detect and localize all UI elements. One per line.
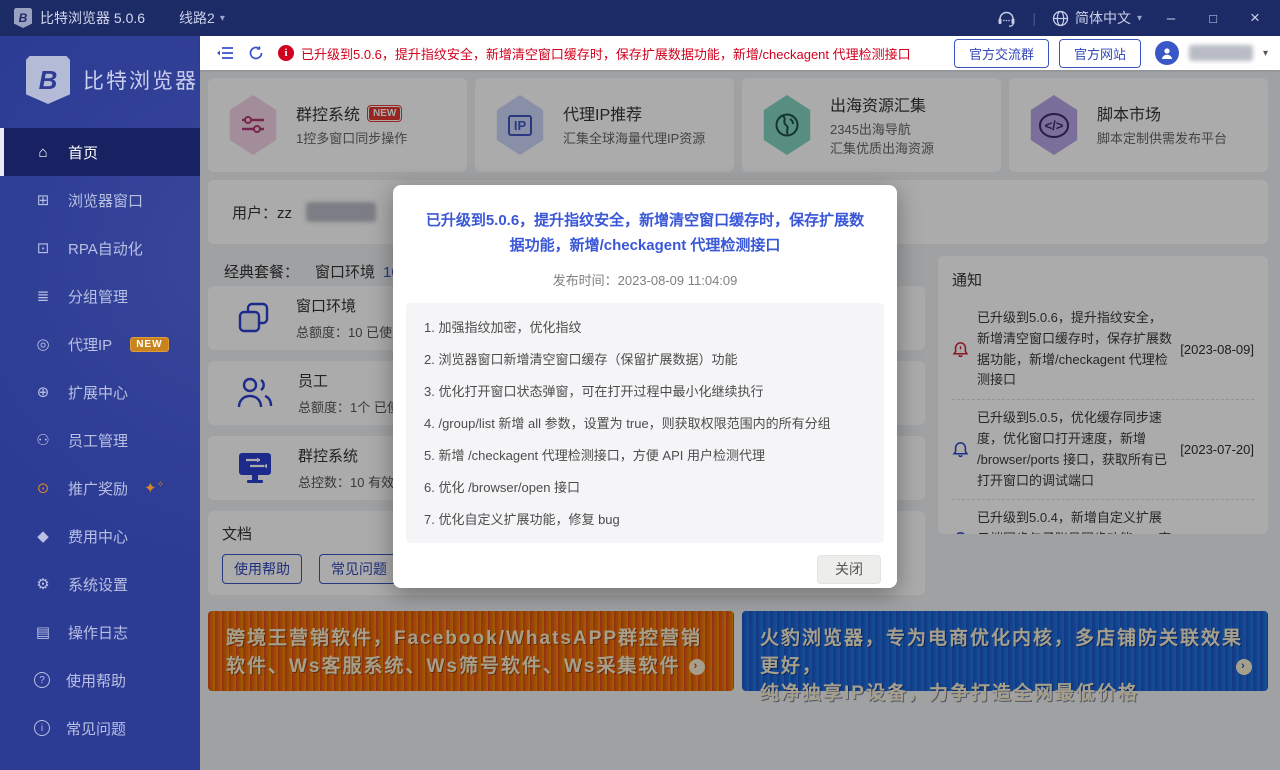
changelog-item: 5. 新增 /checkagent 代理检测接口，方便 API 用户检测代理	[424, 447, 765, 463]
dialog-close-button[interactable]: 关闭	[817, 554, 881, 584]
question-circle-icon: ?	[34, 672, 50, 688]
reward-coin-icon: ⊙	[36, 480, 50, 497]
account-name-redacted[interactable]	[1188, 45, 1253, 61]
minimize-button[interactable]: –	[1158, 10, 1184, 27]
windows-grid-icon: ⊞	[36, 192, 50, 209]
sidebar-item-label: 首页	[68, 144, 99, 162]
official-group-button[interactable]: 官方交流群	[953, 38, 1049, 68]
language-selector[interactable]: 简体中文 ▾	[1052, 8, 1142, 28]
robot-icon: ⊡	[36, 240, 50, 257]
close-button[interactable]: ×	[1242, 8, 1268, 28]
sidebar-item-label: 使用帮助	[66, 672, 127, 690]
home-icon: ⌂	[38, 143, 48, 161]
support-headset-icon[interactable]	[997, 10, 1016, 27]
sidebar: B 比特浏览器 ⌂ 首页 ⊞ 浏览器窗口 ⊡ RPA自动化 ≣ 分组管理 ◎ 代…	[0, 36, 200, 770]
topbar: i 已升级到5.0.6，提升指纹安全，新增清空窗口缓存时，保存扩展数据功能，新增…	[200, 36, 1280, 70]
line-selector-label: 线路2	[179, 10, 215, 26]
sidebar-item-label: 推广奖励	[68, 480, 129, 498]
sidebar-item-employees[interactable]: ⚇ 员工管理	[0, 416, 200, 464]
changelog-item: 1. 加强指纹加密，优化指纹	[424, 319, 582, 335]
sidebar-item-label: 系统设置	[68, 576, 129, 594]
new-badge: NEW	[130, 336, 169, 352]
changelog-item: 6. 优化 /browser/open 接口	[424, 479, 581, 495]
sidebar-item-label: 费用中心	[68, 528, 129, 546]
sidebar-item-label: 浏览器窗口	[68, 192, 144, 210]
sidebar-item-label: RPA自动化	[68, 240, 143, 258]
sidebar-item-label: 代理IP	[68, 336, 113, 354]
changelog-item: 4. /group/list 新增 all 参数，设置为 true，则获取权限范…	[424, 415, 831, 431]
dialog-publish-time: 发布时间：2023-08-09 11:04:09	[552, 272, 738, 288]
dialog-changelog: 1. 加强指纹加密，优化指纹 2. 浏览器窗口新增清空窗口缓存（保留扩展数据）功…	[406, 302, 884, 543]
line-selector[interactable]: 线路2 ▾	[179, 8, 225, 28]
language-label: 简体中文	[1074, 10, 1131, 26]
titlebar: B 比特浏览器 5.0.6 线路2 ▾ | 简体中文 ▾ – □ ×	[0, 0, 1280, 36]
divider: |	[1032, 10, 1036, 26]
globe-icon	[1052, 10, 1069, 26]
sidebar-item-label: 扩展中心	[68, 384, 129, 402]
location-pin-icon: ◎	[36, 336, 50, 353]
sidebar-logo: B 比特浏览器	[0, 36, 200, 128]
brand-name: 比特浏览器	[83, 70, 198, 93]
changelog-item: 3. 优化打开窗口状态弹窗，可在打开过程中最小化继续执行	[424, 383, 764, 399]
sidebar-item-promotion[interactable]: ⊙ 推广奖励 ✦✧	[0, 464, 200, 512]
changelog-item: 7. 优化自定义扩展功能，修复 bug	[424, 511, 620, 527]
sidebar-item-groups[interactable]: ≣ 分组管理	[0, 272, 200, 320]
changelog-item: 2. 浏览器窗口新增清空窗口缓存（保留扩展数据）功能	[424, 351, 738, 367]
gear-icon: ⚙	[36, 576, 50, 593]
sidebar-item-billing[interactable]: ◆ 费用中心	[0, 512, 200, 560]
sidebar-item-help[interactable]: ? 使用帮助	[0, 656, 200, 704]
sidebar-item-label: 常见问题	[66, 720, 127, 738]
sidebar-item-logs[interactable]: ▤ 操作日志	[0, 608, 200, 656]
sidebar-item-label: 操作日志	[68, 624, 129, 642]
refresh-icon[interactable]	[248, 45, 264, 61]
app-logo-icon: B	[14, 8, 32, 28]
people-icon: ⚇	[36, 432, 50, 449]
sidebar-item-settings[interactable]: ⚙ 系统设置	[0, 560, 200, 608]
sidebar-item-rpa[interactable]: ⊡ RPA自动化	[0, 224, 200, 272]
sidebar-item-label: 员工管理	[68, 432, 129, 450]
sparkle-icon: ✦✧	[144, 479, 165, 497]
info-circle-icon: i	[34, 720, 50, 736]
official-site-button[interactable]: 官方网站	[1058, 38, 1141, 68]
extension-icon: ⊕	[36, 384, 50, 401]
chevron-down-icon: ▾	[1136, 12, 1142, 24]
sidebar-item-home[interactable]: ⌂ 首页	[0, 128, 200, 176]
update-dialog: 已升级到5.0.6，提升指纹安全，新增清空窗口缓存时，保存扩展数据功能，新增/c…	[393, 185, 897, 588]
sidebar-item-faq[interactable]: i 常见问题	[0, 704, 200, 752]
brand-shield-icon: B	[26, 56, 70, 104]
user-icon	[1161, 48, 1173, 59]
shield-icon: ◆	[37, 528, 49, 545]
maximize-button[interactable]: □	[1200, 11, 1226, 26]
avatar[interactable]	[1154, 41, 1179, 65]
sidebar-item-browser-windows[interactable]: ⊞ 浏览器窗口	[0, 176, 200, 224]
app-title: 比特浏览器 5.0.6	[40, 10, 146, 26]
chevron-down-icon: ▾	[219, 12, 225, 24]
chevron-down-icon[interactable]: ▾	[1263, 48, 1268, 59]
layers-icon: ≣	[36, 288, 50, 305]
collapse-menu-icon[interactable]	[216, 46, 234, 60]
log-icon: ▤	[35, 624, 51, 641]
sidebar-nav: ⌂ 首页 ⊞ 浏览器窗口 ⊡ RPA自动化 ≣ 分组管理 ◎ 代理IP NEW …	[0, 128, 200, 770]
upgrade-notice: 已升级到5.0.6，提升指纹安全，新增清空窗口缓存时，保存扩展数据功能，新增/c…	[301, 46, 911, 62]
sidebar-item-label: 分组管理	[68, 288, 129, 306]
dialog-title: 已升级到5.0.6，提升指纹安全，新增清空窗口缓存时，保存扩展数据功能，新增/c…	[425, 212, 865, 254]
sidebar-item-proxy-ip[interactable]: ◎ 代理IP NEW	[0, 320, 200, 368]
alert-info-icon: i	[278, 45, 294, 61]
sidebar-item-extensions[interactable]: ⊕ 扩展中心	[0, 368, 200, 416]
